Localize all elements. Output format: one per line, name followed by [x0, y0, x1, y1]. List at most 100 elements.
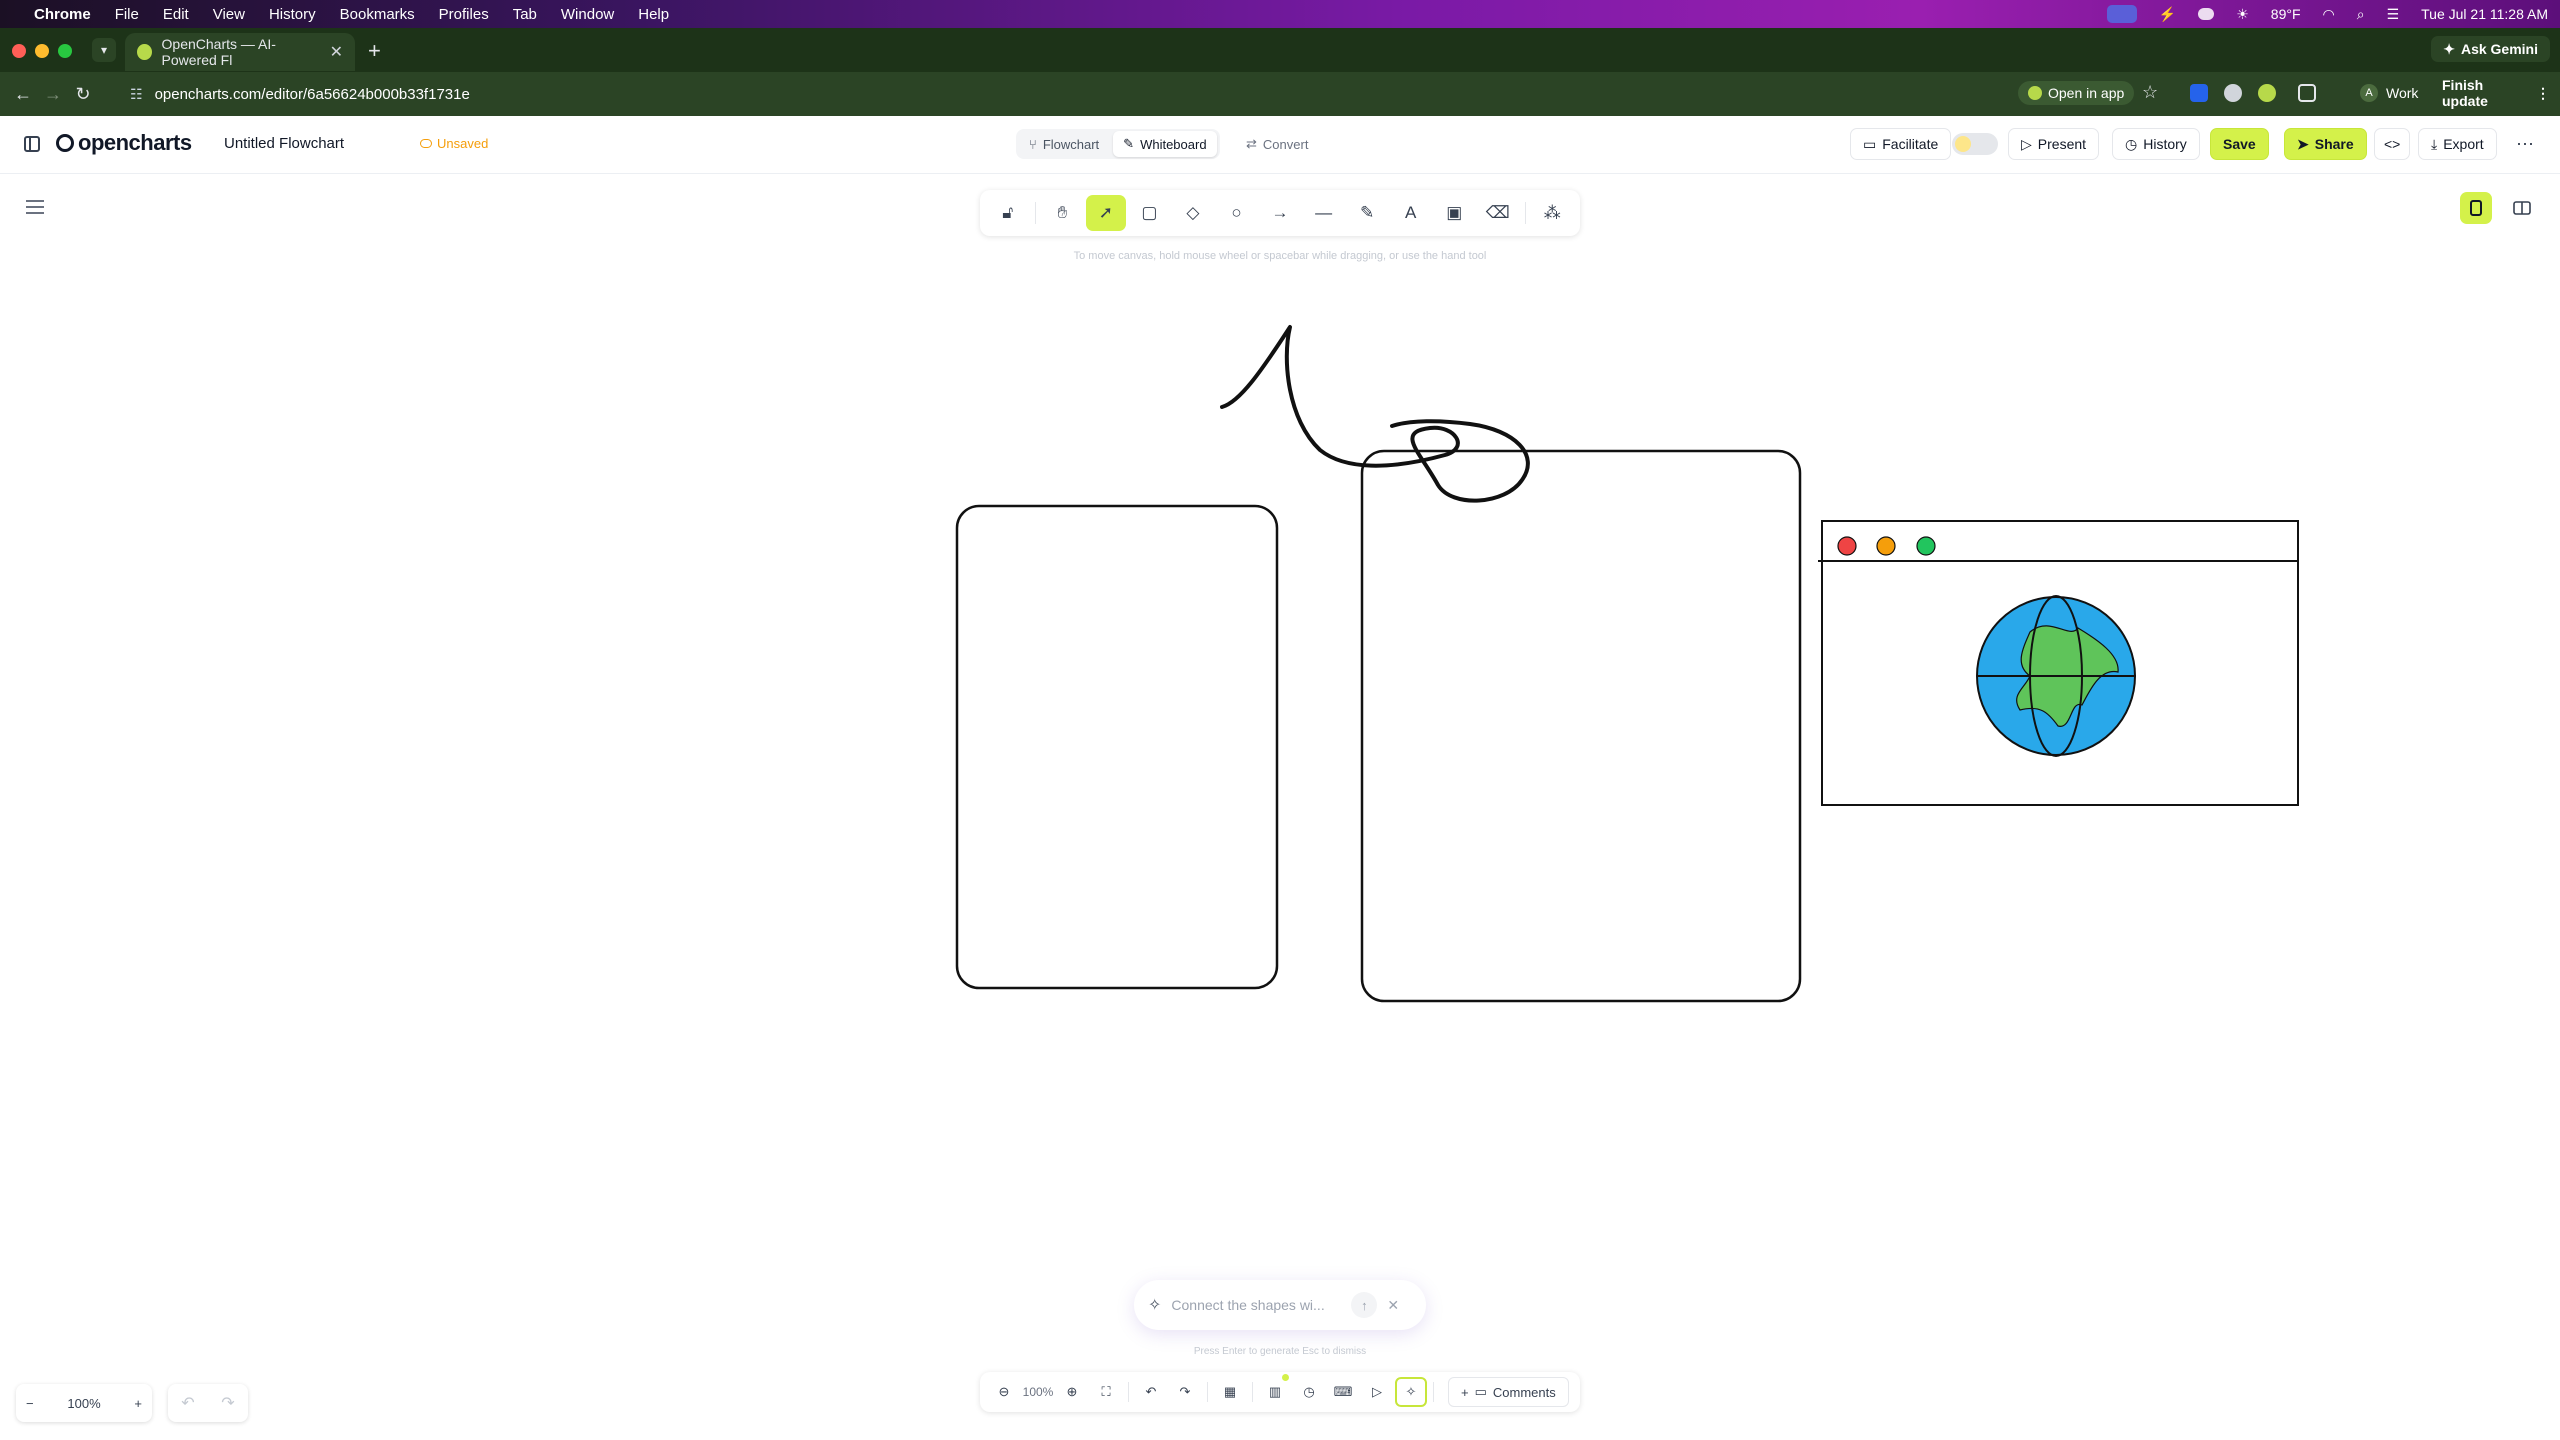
menu-edit[interactable]: Edit	[163, 6, 189, 23]
extension-icon[interactable]	[2224, 84, 2242, 102]
ask-gemini-button[interactable]: ✦ Ask Gemini	[2431, 36, 2550, 62]
address-bar[interactable]: ☷ opencharts.com/editor/6a56624b000b33f1…	[130, 80, 2010, 108]
theme-toggle[interactable]	[1952, 133, 1998, 155]
new-tab-button[interactable]: +	[368, 38, 381, 64]
redo-icon[interactable]: ↷	[221, 1393, 234, 1413]
toolbar-zoom-level[interactable]: 100%	[1022, 1377, 1054, 1407]
mobile-view-icon[interactable]	[2460, 192, 2492, 224]
grid-icon[interactable]: ▦	[1214, 1377, 1246, 1407]
tab-flowchart[interactable]: ⑂ Flowchart	[1019, 131, 1109, 157]
search-icon[interactable]: ⌕	[2357, 6, 2365, 23]
extensions-puzzle-icon[interactable]	[2298, 84, 2316, 102]
redo-icon[interactable]: ↷	[1169, 1377, 1201, 1407]
menu-icon[interactable]	[26, 200, 46, 216]
window-close-button[interactable]	[12, 44, 26, 58]
export-button[interactable]: ⤓ Export	[2418, 128, 2497, 160]
document-title[interactable]: Untitled Flowchart	[224, 135, 344, 152]
export-label: Export	[2443, 136, 2484, 152]
menu-tab[interactable]: Tab	[513, 6, 537, 23]
battery-bolt-icon[interactable]: ⚡	[2159, 6, 2176, 23]
embed-code-button[interactable]: <>	[2374, 128, 2411, 160]
cloud-icon[interactable]	[2198, 8, 2215, 20]
zoom-in-icon[interactable]: +	[134, 1396, 142, 1411]
control-center-icon[interactable]: ☰	[2387, 6, 2400, 23]
open-in-app-button[interactable]: Open in app	[2018, 81, 2135, 105]
lock-icon[interactable]: 🔓︎	[988, 195, 1028, 231]
back-icon[interactable]: ←	[8, 84, 38, 105]
eraser-tool-icon[interactable]: ⌫	[1478, 195, 1518, 231]
present-icon[interactable]: ▷	[1361, 1377, 1393, 1407]
forward-icon[interactable]: →	[38, 84, 68, 105]
ai-dismiss-icon[interactable]: ✕	[1387, 1297, 1399, 1314]
reload-icon[interactable]: ↻	[68, 84, 98, 105]
pencil-tool-icon[interactable]: ✎	[1347, 195, 1387, 231]
image-tool-icon[interactable]: ▣	[1434, 195, 1474, 231]
diamond-tool-icon[interactable]: ◇	[1173, 195, 1213, 231]
menu-history[interactable]: History	[269, 6, 316, 23]
more-menu-icon[interactable]: ⋯	[2516, 134, 2535, 155]
zoom-in-icon[interactable]: ⊕	[1056, 1377, 1088, 1407]
menu-file[interactable]: File	[115, 6, 139, 23]
split-view-icon[interactable]	[2506, 192, 2538, 224]
text-tool-icon[interactable]: A	[1391, 195, 1431, 231]
history-icon[interactable]: ◷	[1293, 1377, 1325, 1407]
fit-screen-icon[interactable]: ⛶	[1090, 1377, 1122, 1407]
zoom-out-icon[interactable]: −	[26, 1396, 34, 1411]
zoom-level[interactable]: 100%	[67, 1396, 100, 1411]
convert-button[interactable]: ⇄ Convert	[1246, 131, 1308, 157]
window-minimize-button[interactable]	[35, 44, 49, 58]
whiteboard-canvas[interactable]	[0, 175, 2560, 1440]
zoom-out-icon[interactable]: ⊖	[988, 1377, 1020, 1407]
profile-button[interactable]: A Work	[2352, 81, 2426, 105]
rectangle-tool-icon[interactable]: ▢	[1130, 195, 1170, 231]
save-status: Unsaved	[420, 136, 488, 151]
select-tool-icon[interactable]: ➚	[1086, 195, 1126, 231]
code-icon: <>	[2384, 136, 2401, 152]
window-zoom-button[interactable]	[58, 44, 72, 58]
kebab-icon[interactable]: ⋮	[2536, 85, 2550, 102]
bookmark-star-icon[interactable]: ☆	[2142, 82, 2158, 103]
undo-icon[interactable]: ↶	[181, 1393, 194, 1413]
save-button[interactable]: Save	[2210, 128, 2269, 160]
share-button[interactable]: ➤ Share	[2284, 128, 2367, 160]
menu-bookmarks[interactable]: Bookmarks	[340, 6, 415, 23]
present-button[interactable]: ▷ Present	[2008, 128, 2100, 160]
tab-search-button[interactable]: ▾	[92, 38, 116, 62]
keyboard-icon[interactable]: ⌨	[1327, 1377, 1359, 1407]
extension-icon[interactable]	[2258, 84, 2276, 102]
wifi-icon[interactable]: ◠	[2323, 6, 2335, 23]
finish-update-button[interactable]: Finish update ⋮	[2432, 77, 2560, 109]
comments-button[interactable]: + ▭ Comments	[1448, 1377, 1569, 1407]
screen-share-icon[interactable]	[2106, 5, 2137, 23]
menu-view[interactable]: View	[213, 6, 245, 23]
history-button[interactable]: ◷ History	[2112, 128, 2200, 160]
undo-icon[interactable]: ↶	[1135, 1377, 1167, 1407]
logo[interactable]: opencharts	[56, 130, 192, 156]
arrow-tool-icon[interactable]: →	[1260, 195, 1300, 231]
extension-icon[interactable]	[2190, 84, 2208, 102]
menu-app[interactable]: Chrome	[34, 6, 91, 23]
ai-prompt-input[interactable]	[1171, 1297, 1342, 1313]
facilitate-button[interactable]: ▭ Facilitate	[1850, 128, 1952, 160]
menu-profiles[interactable]: Profiles	[439, 6, 489, 23]
url-text[interactable]: opencharts.com/editor/6a56624b000b33f173…	[155, 86, 470, 103]
site-info-icon[interactable]: ☷	[130, 86, 143, 103]
tab-whiteboard[interactable]: ✎ Whiteboard	[1113, 131, 1217, 157]
shapes-library-icon[interactable]: ⁂	[1533, 195, 1573, 231]
menu-window[interactable]: Window	[561, 6, 614, 23]
ai-send-button[interactable]: ↑	[1351, 1292, 1378, 1318]
library-icon[interactable]: ▥	[1259, 1377, 1291, 1407]
browser-tab-active[interactable]: OpenCharts — AI-Powered Fl ✕	[125, 33, 355, 71]
mode-switch: ⑂ Flowchart ✎ Whiteboard	[1016, 129, 1220, 159]
tab-close-icon[interactable]: ✕	[330, 42, 343, 62]
sidebar-toggle-icon[interactable]	[24, 136, 40, 152]
ai-assist-icon[interactable]: ✧	[1395, 1377, 1427, 1407]
line-tool-icon[interactable]: —	[1304, 195, 1344, 231]
hand-tool-icon[interactable]: ✋︎	[1043, 195, 1083, 231]
clock[interactable]: Tue Jul 21 11:28 AM	[2421, 6, 2548, 22]
tab-title: OpenCharts — AI-Powered Fl	[161, 36, 276, 68]
weather-temp[interactable]: 89°F	[2271, 6, 2301, 22]
menu-help[interactable]: Help	[638, 6, 669, 23]
ellipse-tool-icon[interactable]: ○	[1217, 195, 1257, 231]
tab-whiteboard-label: Whiteboard	[1140, 136, 1207, 152]
